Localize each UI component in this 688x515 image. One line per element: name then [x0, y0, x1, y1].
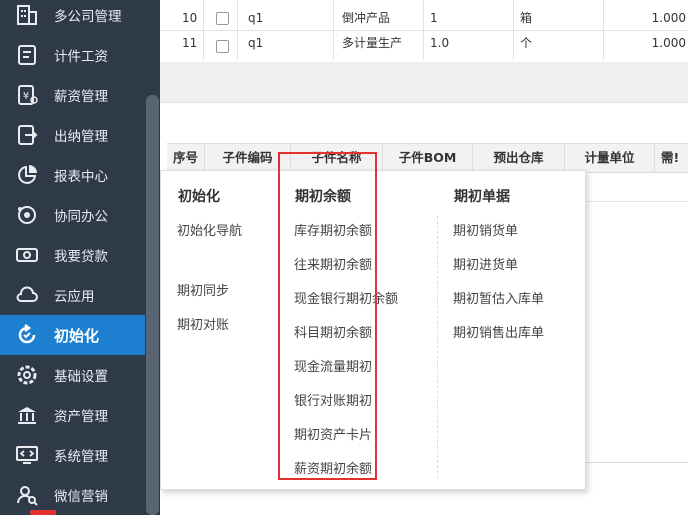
sidebar-item-multi-company[interactable]: 多公司管理: [0, 0, 145, 35]
svg-text:¥: ¥: [23, 91, 29, 102]
sidebar-item-label: 微信营销: [54, 489, 108, 505]
sidebar-item-salary[interactable]: ¥ 薪资管理: [0, 75, 145, 115]
sidebar-item-label: 薪资管理: [54, 89, 108, 105]
cash-icon: [14, 242, 40, 268]
sidebar-item-system[interactable]: 系统管理: [0, 435, 145, 475]
top-table: 10 q1 倒冲产品 1 箱 1.000 11 q1 多计量生产 1.0 个 1…: [160, 0, 688, 63]
cell-bom: 1: [424, 0, 514, 30]
cell-unit: 个: [514, 30, 604, 60]
cloud-icon: [14, 282, 40, 308]
collaboration-icon: [14, 202, 40, 228]
settings-icon: [14, 362, 40, 388]
highlight-box: [278, 152, 377, 480]
sidebar-item-label: 出纳管理: [54, 129, 108, 145]
row-checkbox[interactable]: [216, 12, 229, 25]
sidebar-item-cashier[interactable]: 出纳管理: [0, 115, 145, 155]
col-header: 需!: [661, 150, 680, 165]
row-checkbox[interactable]: [216, 40, 229, 53]
menu-item-reconcile[interactable]: 期初对账: [177, 314, 229, 333]
sidebar-item-basic-settings[interactable]: 基础设置: [0, 355, 145, 395]
sidebar-item-initialize[interactable]: 初始化: [0, 315, 145, 355]
column-divider: [437, 216, 438, 478]
col-header: 计量单位: [565, 144, 655, 172]
sidebar-item-wechat[interactable]: 微信营销: [0, 475, 145, 515]
cell-name: 多计量生产: [334, 30, 424, 60]
sidebar-item-label: 协同办公: [54, 209, 108, 225]
sidebar-item-collaboration[interactable]: 协同办公: [0, 195, 145, 235]
row-checkbox-cell: [204, 0, 238, 30]
sidebar-item-label: 资产管理: [54, 409, 108, 425]
menu-col-title-docs: 期初单据: [454, 189, 510, 205]
sidebar-item-label: 计件工资: [54, 49, 108, 65]
money-doc-icon: ¥: [14, 82, 40, 108]
menu-item-initial-purchase[interactable]: 期初进货单: [453, 254, 518, 273]
col-header: 预出仓库: [473, 144, 565, 172]
menu-item-init-guide[interactable]: 初始化导航: [177, 220, 242, 239]
menu-col-title-init: 初始化: [178, 189, 220, 205]
table-row[interactable]: 11 q1 多计量生产 1.0 个 1.000: [160, 30, 688, 63]
sidebar-scrollbar-thumb[interactable]: [146, 95, 159, 515]
sidebar-item-piece-wage[interactable]: 计件工资: [0, 35, 145, 75]
table-row[interactable]: 10 q1 倒冲产品 1 箱 1.000: [160, 0, 688, 31]
cashier-icon: [14, 122, 40, 148]
menu-item-initial-sales[interactable]: 期初销货单: [453, 220, 518, 239]
cell-qty: 1.000: [651, 11, 686, 25]
sidebar-item-label: 初始化: [54, 326, 100, 345]
refresh-icon: [14, 322, 40, 348]
sidebar-item-label: 系统管理: [54, 449, 108, 465]
sidebar-item-label: 我要贷款: [54, 249, 108, 265]
pie-chart-icon: [14, 162, 40, 188]
code-monitor-icon: [14, 442, 40, 468]
col-header: 序号: [167, 144, 205, 172]
sidebar-item-reports[interactable]: 报表中心: [0, 155, 145, 195]
form-icon: [14, 42, 40, 68]
cell-bom: 1.0: [424, 30, 514, 60]
sidebar-item-label: 报表中心: [54, 169, 108, 185]
sidebar-item-label: 多公司管理: [54, 9, 122, 25]
sidebar-item-label: 基础设置: [54, 369, 108, 385]
sidebar-item-cloud-apps[interactable]: 云应用: [0, 275, 145, 315]
cell-unit: 箱: [514, 0, 604, 30]
row-checkbox-cell: [204, 30, 238, 60]
sidebar-item-assets[interactable]: 资产管理: [0, 395, 145, 435]
row-number: 10: [160, 0, 204, 30]
lower-table-header: 序号 子件编码 子件名称 子件BOM 预出仓库 计量单位 需!: [167, 143, 688, 173]
cell-name: 倒冲产品: [334, 0, 424, 30]
sidebar-item-label: 云应用: [54, 289, 95, 305]
menu-item-sync[interactable]: 期初同步: [177, 280, 229, 299]
cell-code: q1: [238, 30, 334, 60]
building-icon: [14, 2, 40, 28]
cell-qty: 1.000: [651, 36, 686, 50]
search-user-icon: [14, 482, 40, 508]
bank-icon: [14, 402, 40, 428]
divider: [585, 462, 688, 463]
menu-item-initial-estimated-receipt[interactable]: 期初暂估入库单: [453, 288, 544, 307]
cell-code: q1: [238, 0, 334, 30]
sidebar-item-loan[interactable]: 我要贷款: [0, 235, 145, 275]
badge-stub: [30, 510, 56, 515]
menu-item-initial-sales-outbound[interactable]: 期初销售出库单: [453, 322, 544, 341]
toolbar-band: [160, 62, 688, 103]
col-header: 子件BOM: [383, 144, 473, 172]
row-number: 11: [160, 30, 204, 60]
